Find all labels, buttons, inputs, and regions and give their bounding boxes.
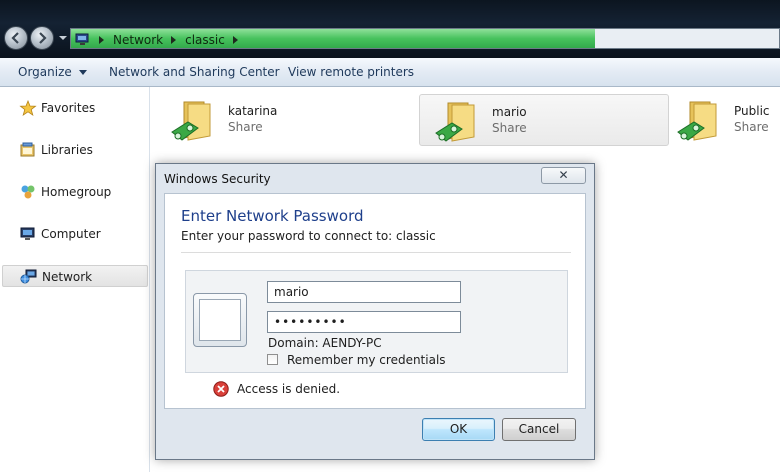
dialog-heading: Enter Network Password [181, 207, 364, 225]
sidebar-item-label: Homegroup [41, 185, 112, 199]
share-name: katarina [228, 104, 278, 118]
credential-tile: Domain: AENDY-PC Remember my credentials [185, 270, 568, 373]
share-item-public[interactable]: Public Share [662, 94, 780, 146]
shared-folder-icon [677, 101, 717, 141]
breadcrumb-separator-icon[interactable] [99, 35, 104, 44]
library-icon [20, 142, 35, 157]
command-bar: Organize Network and Sharing Center View… [0, 58, 780, 87]
homegroup-icon [21, 185, 35, 199]
share-type: Share [492, 121, 527, 135]
share-item-mario[interactable]: mario Share [419, 94, 669, 146]
error-message: Access is denied. [237, 382, 341, 396]
arrow-right-icon [39, 32, 47, 44]
username-field[interactable] [267, 281, 461, 303]
user-avatar [193, 293, 247, 347]
dialog-instruction: Enter your password to connect to: class… [181, 229, 436, 243]
sidebar-item-libraries[interactable]: Libraries [2, 139, 148, 161]
remember-credentials-label: Remember my credentials [287, 353, 446, 367]
sidebar-item-computer[interactable]: Computer [2, 223, 148, 245]
dialog-title: Windows Security [164, 172, 271, 186]
arrow-left-icon [11, 32, 19, 44]
share-type: Share [734, 120, 769, 134]
forward-button[interactable] [30, 26, 54, 50]
close-icon: ✕ [558, 168, 569, 182]
address-bar[interactable]: Network classic [70, 28, 780, 49]
network-sharing-center-button[interactable]: Network and Sharing Center [109, 65, 280, 79]
navigation-pane: Favorites Libraries Homegroup Computer N… [0, 87, 150, 472]
view-remote-printers-button[interactable]: View remote printers [288, 65, 414, 79]
checkbox-box[interactable] [267, 354, 278, 365]
chevron-down-icon [78, 70, 87, 75]
shared-folder-icon [171, 101, 211, 141]
breadcrumb-separator-icon[interactable] [232, 35, 238, 44]
sidebar-item-label: Favorites [41, 101, 96, 115]
share-name: mario [492, 105, 527, 119]
windows-security-dialog: Windows Security ✕ Enter Network Passwor… [155, 163, 595, 460]
organize-label: Organize [18, 65, 72, 79]
share-name: Public [734, 104, 770, 118]
password-field[interactable] [267, 311, 461, 333]
recent-pages-dropdown-icon[interactable] [58, 34, 68, 42]
sidebar-item-homegroup[interactable]: Homegroup [2, 181, 148, 203]
organize-menu-button[interactable]: Organize [18, 65, 87, 79]
window-titlebar: Network classic [0, 0, 780, 58]
share-type: Share [228, 120, 263, 134]
share-item-katarina[interactable]: katarina Share [156, 94, 406, 146]
sidebar-item-label: Libraries [41, 143, 93, 157]
breadcrumb-separator-icon[interactable] [171, 35, 177, 44]
sidebar-item-label: Network [42, 270, 93, 284]
cancel-button[interactable]: Cancel [502, 418, 576, 441]
domain-label: Domain: AENDY-PC [268, 336, 382, 350]
breadcrumb: Network classic [75, 30, 247, 49]
network-location-icon [75, 33, 89, 45]
close-button[interactable]: ✕ [541, 167, 586, 184]
avatar-frame [199, 299, 241, 341]
back-button[interactable] [4, 26, 28, 50]
sidebar-item-label: Computer [41, 227, 101, 241]
network-icon [20, 269, 37, 284]
ok-button[interactable]: OK [422, 418, 495, 441]
breadcrumb-item-classic[interactable]: classic [185, 33, 225, 47]
error-icon [213, 381, 229, 397]
computer-icon [20, 227, 35, 240]
sidebar-item-network[interactable]: Network [2, 265, 148, 287]
star-icon [19, 100, 37, 116]
sidebar-item-favorites[interactable]: Favorites [2, 97, 148, 119]
dialog-body: Enter Network Password Enter your passwo… [164, 193, 586, 409]
shared-folder-icon [435, 102, 475, 142]
breadcrumb-item-network[interactable]: Network [113, 33, 163, 47]
divider [181, 252, 571, 253]
